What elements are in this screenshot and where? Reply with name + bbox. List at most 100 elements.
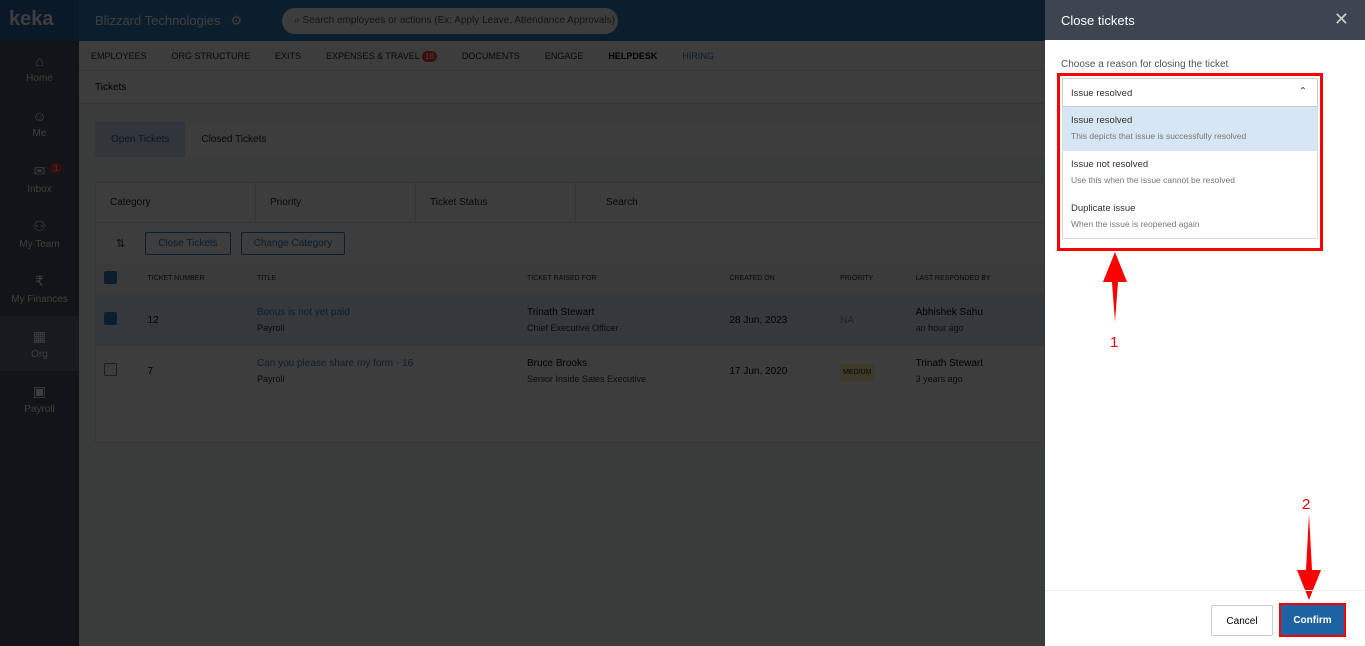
sidebar-item-org[interactable]: ▦ Org (0, 316, 79, 371)
row-checkbox[interactable] (104, 363, 117, 377)
col-last-responded: LAST RESPONDED BY (907, 263, 1044, 295)
option-title: Duplicate issue (1071, 203, 1136, 214)
label: My Team (19, 239, 60, 250)
team-icon: ⚇ (33, 218, 46, 234)
reason-label: Choose a reason for closing the ticket (1061, 59, 1229, 70)
reason-dropdown[interactable]: Issue resolved ⌃ (1062, 78, 1318, 107)
tickets-table: TICKET NUMBER TITLE TICKET RAISED FOR CR… (96, 263, 1044, 397)
close-icon[interactable]: ✕ (1334, 9, 1349, 30)
table-row[interactable]: 12 Bonus is not yet paid Payroll Trinath … (96, 294, 1044, 346)
user-icon: ☺ (32, 108, 47, 124)
table-row[interactable]: 7 Can you please share my form - 16 Payro… (96, 345, 1044, 397)
sort-icon[interactable]: ⇅ (116, 237, 125, 250)
option-issue-resolved[interactable]: Issue resolved This depicts that issue is… (1062, 107, 1318, 151)
sidebar-item-my-team[interactable]: ⚇ My Team (0, 206, 79, 261)
priority-badge: MEDIUM (840, 363, 875, 381)
option-duplicate-issue[interactable]: Duplicate issue When the issue is reopene… (1062, 195, 1318, 239)
top-bar: Blizzard Technologies ⚙ ⌕ Search employe… (79, 0, 1045, 41)
annotation-2: 2 (1302, 496, 1311, 513)
col-created-on[interactable]: CREATED ON (721, 263, 833, 295)
main-menu: EMPLOYEES ORG STRUCTURE EXITS EXPENSES &… (79, 41, 1045, 71)
sidebar-item-payroll[interactable]: ▣ Payroll (0, 371, 79, 426)
rupee-icon: ₹ (35, 273, 44, 289)
tab-closed-tickets[interactable]: Closed Tickets (185, 122, 282, 157)
responder: Abhishek Sahu (915, 307, 983, 318)
col-title: TITLE (248, 263, 519, 295)
search-icon: ⌕ (294, 14, 303, 26)
sidebar-item-my-finances[interactable]: ₹ My Finances (0, 261, 79, 316)
sidebar-item-home[interactable]: ⌂ Home (0, 41, 79, 96)
status-filter[interactable]: Ticket Status (416, 183, 576, 222)
label: Payroll (24, 404, 55, 415)
tab-open-tickets[interactable]: Open Tickets (95, 122, 186, 157)
search-input[interactable]: ⌕ Search employees or actions (Ex: Apply… (282, 7, 619, 34)
priority: NA (832, 294, 908, 346)
responded-time: 3 years ago (915, 374, 963, 385)
option-desc: When the issue is reopened again (1071, 219, 1200, 229)
ticket-search[interactable]: Search (576, 183, 736, 222)
option-title: Issue resolved (1071, 115, 1133, 126)
row-checkbox[interactable] (104, 312, 117, 325)
close-tickets-panel: Close tickets ✕ Choose a reason for closi… (1045, 0, 1365, 646)
created-on: 17 Jun, 2020 (721, 345, 833, 397)
search-placeholder: Search employees or actions (Ex: Apply L… (302, 14, 615, 26)
home-icon: ⌂ (35, 53, 44, 69)
ticket-title[interactable]: Can you please share my form - 16 (257, 358, 413, 369)
label: Me (32, 128, 47, 139)
col-raised-for: TICKET RAISED FOR (518, 263, 722, 295)
close-tickets-button[interactable]: Close Tickets (145, 231, 231, 255)
ticket-title[interactable]: Bonus is not yet paid (257, 307, 350, 318)
menu-expenses[interactable]: EXPENSES & TRAVEL 18 (326, 50, 437, 62)
label: My Finances (11, 294, 68, 305)
responded-time: an hour ago (915, 323, 964, 333)
org-icon: ▦ (32, 328, 47, 344)
menu-helpdesk[interactable]: HELPDESK (608, 51, 657, 61)
menu-hiring[interactable]: HIRING (682, 51, 714, 61)
ticket-number: 7 (139, 345, 249, 397)
inbox-icon: ✉ (33, 163, 46, 179)
option-issue-not-resolved[interactable]: Issue not resolved Use this when the issu… (1062, 151, 1318, 195)
annotation-1: 1 (1110, 334, 1119, 351)
cancel-button[interactable]: Cancel (1211, 605, 1273, 636)
raised-for: Bruce Brooks (526, 358, 587, 370)
label: Inbox (27, 184, 52, 195)
menu-employees[interactable]: EMPLOYEES (91, 51, 147, 61)
label: Home (26, 73, 53, 84)
selected-reason: Issue resolved (1071, 88, 1133, 99)
change-category-button[interactable]: Change Category (240, 231, 346, 255)
menu-engage[interactable]: ENGAGE (545, 51, 584, 61)
sidebar: keka ⌂ Home ☺ Me ✉ 1 Inbox ⚇ My Team ₹ My Fina… (0, 0, 79, 646)
panel-title: Close tickets (1061, 13, 1135, 28)
ticket-category: Payroll (256, 323, 285, 333)
category-filter[interactable]: Category (96, 183, 256, 222)
role: Senior Inside Sales Executive (526, 374, 647, 385)
subtab-tickets[interactable]: Tickets (79, 71, 1045, 104)
ticket-category: Payroll (256, 374, 285, 385)
option-title: Issue not resolved (1071, 159, 1149, 170)
confirm-button[interactable]: Confirm (1281, 605, 1344, 635)
raised-for: Trinath Stewart (526, 307, 595, 318)
menu-documents[interactable]: DOCUMENTS (462, 51, 520, 61)
gear-icon[interactable]: ⚙ (231, 13, 243, 29)
created-on: 28 Jun, 2023 (721, 294, 833, 346)
select-all-checkbox[interactable] (104, 271, 117, 284)
option-desc: This depicts that issue is successfully … (1071, 131, 1247, 141)
badge: 18 (421, 50, 437, 62)
option-desc: Use this when the issue cannot be resolv… (1071, 175, 1235, 185)
ticket-number: 12 (139, 294, 249, 346)
annotation-arrow-2 (1297, 514, 1321, 600)
sidebar-item-inbox[interactable]: ✉ 1 Inbox (0, 151, 79, 206)
sidebar-item-me[interactable]: ☺ Me (0, 96, 79, 151)
reason-dropdown-highlight: Issue resolved ⌃ Issue resolved This depic… (1057, 73, 1323, 251)
label: EXPENSES & TRAVEL (326, 50, 420, 61)
keka-logo: keka (0, 0, 79, 41)
priority-filter[interactable]: Priority (256, 183, 416, 222)
col-priority: PRIORITY (832, 263, 908, 295)
role: Chief Executive Officer (526, 323, 619, 333)
dimmed-background-page[interactable]: keka ⌂ Home ☺ Me ✉ 1 Inbox ⚇ My Team ₹ My Fina… (0, 0, 1045, 646)
annotation-arrow-1 (1103, 252, 1127, 322)
menu-exits[interactable]: EXITS (275, 51, 301, 61)
payroll-icon: ▣ (32, 383, 47, 399)
menu-org-structure[interactable]: ORG STRUCTURE (172, 51, 251, 61)
company-name: Blizzard Technologies (95, 13, 221, 28)
